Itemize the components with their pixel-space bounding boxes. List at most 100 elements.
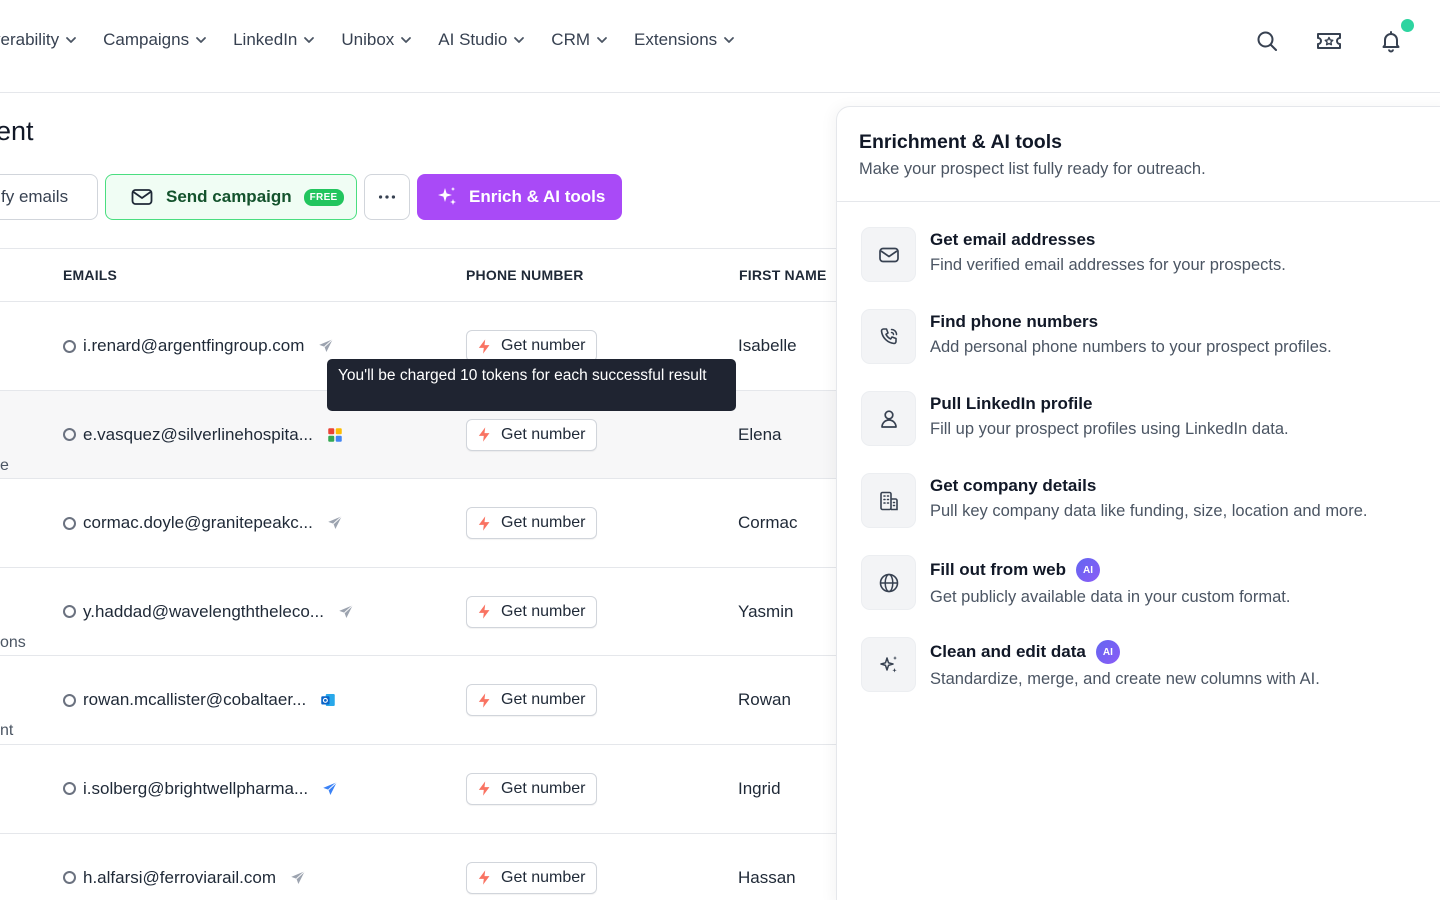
- email-cell[interactable]: i.solberg@brightwellpharma...: [63, 779, 339, 799]
- column-header-first-name[interactable]: FIRST NAME: [739, 267, 827, 283]
- lightning-icon: [478, 427, 490, 442]
- lightning-icon: [478, 693, 490, 708]
- nav-item-extensions[interactable]: Extensions: [634, 30, 735, 50]
- nav-item-label: LinkedIn: [233, 30, 298, 49]
- tool-icon-box: [861, 637, 916, 692]
- tool-description: Pull key company data like funding, size…: [930, 502, 1368, 520]
- email-cell[interactable]: y.haddad@wavelengththeleco...: [63, 602, 355, 622]
- nav-item-campaigns[interactable]: Campaigns: [103, 30, 207, 50]
- email-address: e.vasquez@silverlinehospita...: [83, 424, 313, 444]
- email-address: h.alfarsi@ferroviarail.com: [83, 867, 276, 887]
- get-number-button[interactable]: Get number: [466, 595, 597, 628]
- send-campaign-label: Send campaign: [166, 187, 292, 206]
- chevron-down-icon: [597, 37, 607, 43]
- verify-emails-label: fy emails: [1, 187, 69, 206]
- tool-description: Find verified email addresses for your p…: [930, 256, 1286, 274]
- tool-title: Pull LinkedIn profile: [930, 394, 1093, 413]
- tool-find-phone-numbers[interactable]: Find phone numbers Add personal phone num…: [861, 309, 1332, 364]
- email-status-icon: [63, 428, 76, 442]
- get-number-button[interactable]: Get number: [466, 418, 597, 451]
- send-blue-icon: [321, 780, 339, 798]
- email-address: y.haddad@wavelengththeleco...: [83, 601, 324, 621]
- nav-menu: verability Campaigns LinkedIn Unibox AI …: [0, 30, 735, 50]
- tool-description: Fill up your prospect profiles using Lin…: [930, 420, 1289, 438]
- column-header-emails[interactable]: EMAILS: [63, 267, 117, 283]
- notifications-button[interactable]: [1378, 17, 1416, 56]
- table-row[interactable]: h.alfarsi@ferroviarail.com Get number Ha…: [0, 833, 836, 900]
- tool-get-company-details[interactable]: Get company details Pull key company data…: [861, 473, 1368, 528]
- chevron-down-icon: [401, 37, 412, 43]
- get-number-label: Get number: [501, 691, 586, 709]
- send-campaign-button[interactable]: Send campaign FREE: [105, 174, 357, 220]
- email-status-icon: [63, 605, 76, 619]
- column-header-phone-number[interactable]: PHONE NUMBER: [466, 267, 584, 283]
- tool-title: Get company details: [930, 476, 1097, 495]
- tool-icon-box: [861, 473, 916, 528]
- tool-fill-out-from-web[interactable]: Fill out from web AI Get publicly availabl…: [861, 555, 1290, 610]
- get-number-button[interactable]: Get number: [466, 684, 597, 717]
- enrich-ai-tools-label: Enrich & AI tools: [469, 187, 606, 206]
- panel-subtitle: Make your prospect list fully ready for …: [859, 160, 1206, 178]
- nav-item-ai-studio[interactable]: AI Studio: [438, 30, 525, 50]
- verify-emails-button[interactable]: fy emails: [0, 174, 98, 220]
- enrichment-panel: Enrichment & AI tools Make your prospect…: [836, 106, 1440, 900]
- mail-icon: [878, 247, 899, 262]
- ai-badge: AI: [1095, 640, 1120, 664]
- table-row[interactable]: y.haddad@wavelengththeleco... Get number…: [0, 567, 836, 657]
- table-row[interactable]: cormac.doyle@granitepeakc... Get number …: [0, 479, 836, 568]
- first-name-cell[interactable]: Elena: [738, 425, 781, 445]
- table-row[interactable]: i.solberg@brightwellpharma... Get number…: [0, 744, 836, 834]
- get-number-button[interactable]: Get number: [466, 861, 597, 894]
- outlook-icon: [319, 691, 337, 709]
- email-status-icon: [63, 871, 76, 885]
- get-number-button[interactable]: Get number: [466, 772, 597, 805]
- email-cell[interactable]: e.vasquez@silverlinehospita...: [63, 425, 344, 445]
- notification-badge: [1399, 17, 1416, 34]
- lightning-icon: [478, 338, 490, 354]
- get-number-button[interactable]: Get number: [466, 507, 597, 540]
- search-button[interactable]: [1254, 26, 1280, 56]
- email-address: rowan.mcallister@cobaltaer...: [83, 690, 307, 710]
- search-icon: [1257, 31, 1277, 51]
- table-row[interactable]: rowan.mcallister@cobaltaer... Get number…: [0, 656, 836, 745]
- email-status-icon: [63, 693, 76, 707]
- email-cell[interactable]: h.alfarsi@ferroviarail.com: [63, 868, 307, 888]
- email-status-icon: [63, 782, 76, 796]
- nav-item-label: CRM: [551, 30, 591, 49]
- enrich-ai-tools-button[interactable]: Enrich & AI tools: [417, 174, 622, 220]
- chevron-down-icon: [196, 37, 206, 43]
- first-name-cell[interactable]: Yasmin: [738, 602, 793, 622]
- tool-title: Clean and edit data: [930, 642, 1086, 661]
- tool-get-email-addresses[interactable]: Get email addresses Find verified email a…: [861, 227, 1286, 282]
- google-icon: [326, 426, 344, 444]
- email-address: cormac.doyle@granitepeakc...: [83, 513, 313, 533]
- first-name-cell[interactable]: Rowan: [738, 690, 791, 710]
- tool-clean-and-edit-data[interactable]: Clean and edit data AI Standardize, merge,…: [861, 637, 1320, 692]
- email-cell[interactable]: cormac.doyle@granitepeakc...: [63, 513, 344, 533]
- tool-icon-box: [861, 555, 916, 610]
- send-icon: [337, 603, 355, 621]
- get-number-label: Get number: [501, 602, 586, 620]
- nav-item-linkedin[interactable]: LinkedIn: [233, 30, 315, 50]
- first-name-cell[interactable]: Cormac: [738, 513, 798, 533]
- first-name-cell[interactable]: Hassan: [738, 868, 796, 888]
- first-name-cell[interactable]: Isabelle: [738, 336, 797, 356]
- more-options-button[interactable]: [364, 174, 410, 220]
- more-horizontal-icon: [378, 195, 396, 199]
- nav-item-unibox[interactable]: Unibox: [341, 30, 412, 50]
- email-cell[interactable]: i.renard@argentfingroup.com: [63, 336, 335, 356]
- user-icon: [880, 409, 897, 428]
- tool-pull-linkedin-profile[interactable]: Pull LinkedIn profile Fill up your prospe…: [861, 391, 1289, 446]
- tool-title: Find phone numbers: [930, 312, 1099, 331]
- email-cell[interactable]: rowan.mcallister@cobaltaer...: [63, 690, 337, 710]
- get-number-label: Get number: [501, 779, 586, 797]
- tickets-button[interactable]: [1314, 26, 1344, 56]
- lightning-icon: [478, 516, 490, 531]
- first-name-cell[interactable]: Ingrid: [738, 779, 781, 799]
- get-number-button[interactable]: Get number: [466, 330, 597, 362]
- tool-icon-box: [861, 391, 916, 446]
- tool-title: Get email addresses: [930, 230, 1096, 249]
- nav-item-deliverability[interactable]: verability: [0, 30, 77, 50]
- tool-description: Get publicly available data in your cust…: [930, 588, 1291, 606]
- nav-item-crm[interactable]: CRM: [551, 30, 608, 50]
